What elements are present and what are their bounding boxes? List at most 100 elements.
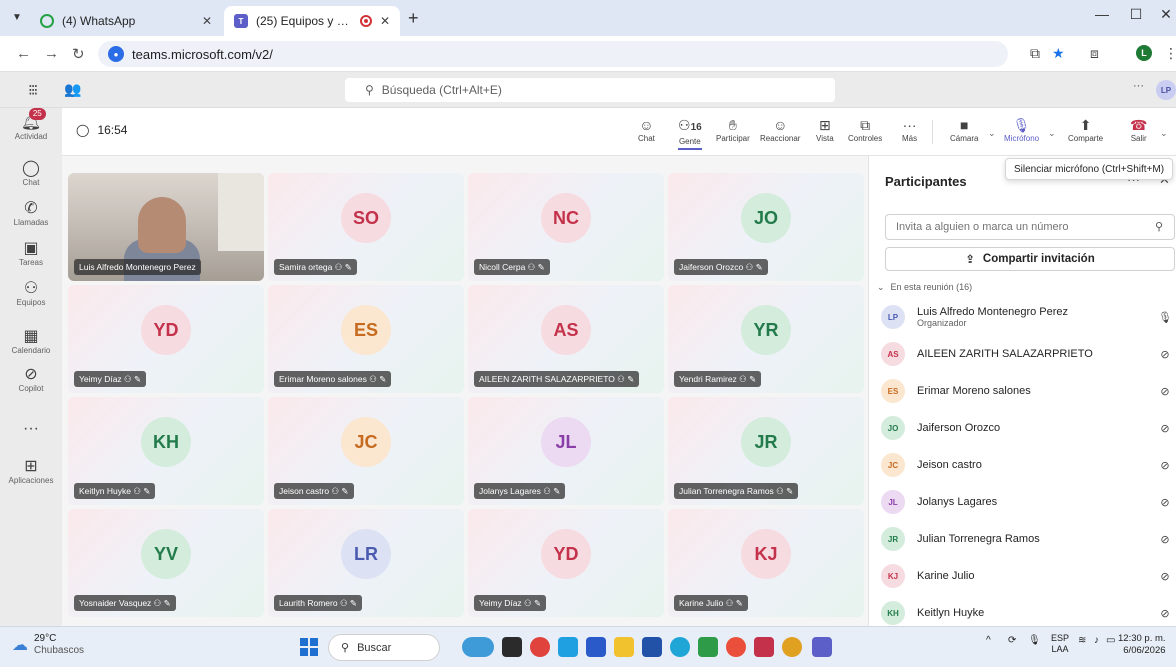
rail-item-apps[interactable]: ⊞ Aplicaciones bbox=[0, 458, 62, 485]
microphone-button[interactable]: 🎙︎ Micrófono bbox=[1004, 116, 1039, 143]
browser-menu-icon[interactable]: ⋮ bbox=[1164, 45, 1176, 62]
video-tile[interactable]: JL Jolanys Lagares ⚇ ✎ bbox=[468, 397, 664, 505]
back-icon[interactable]: ← bbox=[16, 45, 31, 62]
participant-row[interactable]: AS AILEEN ZARITH SALAZARPRIETO ⊘ bbox=[881, 339, 1173, 369]
extensions-icon[interactable]: ⧈ bbox=[1090, 45, 1099, 62]
tab-search-dropdown-icon[interactable]: ▼ bbox=[8, 8, 26, 26]
outlook-icon[interactable] bbox=[642, 637, 662, 657]
browser-tab-whatsapp[interactable]: (4) WhatsApp ✕ bbox=[30, 6, 222, 36]
video-tile[interactable]: AS AILEEN ZARITH SALAZARPRIETO ⚇ ✎ bbox=[468, 285, 664, 393]
camera-button[interactable]: ■ Cámara bbox=[950, 116, 978, 143]
close-window-icon[interactable]: ✕ bbox=[1148, 6, 1176, 23]
copilot-app-icon[interactable] bbox=[558, 637, 578, 657]
video-tile[interactable]: SO Samira ortega ⚇ ✎ bbox=[268, 173, 464, 281]
tray-expand-icon[interactable]: ^ bbox=[986, 635, 991, 646]
share-button[interactable]: ⬆ Comparte bbox=[1068, 116, 1103, 143]
mic-off-icon[interactable]: ⊘ bbox=[1157, 496, 1173, 509]
mic-off-icon[interactable]: ⊘ bbox=[1157, 385, 1173, 398]
participant-row[interactable]: ES Erimar Moreno salones ⊘ bbox=[881, 376, 1173, 406]
windows-start-icon[interactable] bbox=[300, 638, 318, 656]
widgets-app-icon[interactable] bbox=[462, 637, 494, 657]
mic-off-icon[interactable]: ⊘ bbox=[1157, 422, 1173, 435]
video-tile[interactable]: YV Yosnaider Vasquez ⚇ ✎ bbox=[68, 509, 264, 617]
weather-widget[interactable]: ☁ 29°C Chubascos bbox=[12, 633, 84, 657]
wifi-icon[interactable]: ≋ bbox=[1078, 635, 1086, 646]
view-button[interactable]: ⊞ Vista bbox=[816, 116, 834, 143]
rail-item-teams[interactable]: ⚇ Equipos bbox=[0, 280, 62, 307]
video-tile[interactable]: JC Jeison castro ⚇ ✎ bbox=[268, 397, 464, 505]
browser-tab-teams[interactable]: T (25) Equipos y canales | Reu ✕ bbox=[224, 6, 400, 36]
video-tile[interactable]: JO Jaiferson Orozco ⚇ ✎ bbox=[668, 173, 864, 281]
mic-on-icon[interactable]: 🎙︎ bbox=[1157, 311, 1173, 324]
share-invite-button[interactable]: ⇪ Compartir invitación bbox=[885, 247, 1175, 271]
profile-avatar[interactable]: L bbox=[1136, 45, 1152, 61]
video-tile[interactable]: YD Yeimy Díaz ⚇ ✎ bbox=[68, 285, 264, 393]
chrome-icon[interactable] bbox=[782, 637, 802, 657]
rail-item-activity[interactable]: 🔔︎ 25 Actividad bbox=[0, 108, 62, 141]
more-button[interactable]: ··· Más bbox=[902, 116, 917, 143]
video-tile-camera[interactable]: Luis Alfredo Montenegro Perez bbox=[68, 173, 264, 281]
reload-icon[interactable]: ↻ bbox=[72, 45, 85, 63]
invite-input[interactable] bbox=[885, 214, 1175, 240]
mic-options-chevron-icon[interactable]: ⌄ bbox=[1048, 128, 1056, 139]
video-tile[interactable]: LR Laurith Romero ⚇ ✎ bbox=[268, 509, 464, 617]
rail-item-tasks[interactable]: ▣ Tareas bbox=[0, 240, 62, 267]
rail-more-apps[interactable]: ··· bbox=[0, 420, 62, 438]
more-options-icon[interactable]: ··· bbox=[1133, 80, 1144, 92]
system-clock[interactable]: 12:30 p. m. 6/06/2026 bbox=[1118, 633, 1166, 657]
volume-icon[interactable]: ♪ bbox=[1094, 635, 1099, 646]
tab-close-icon[interactable]: ✕ bbox=[380, 14, 390, 28]
mic-off-icon[interactable]: ⊘ bbox=[1157, 570, 1173, 583]
rail-item-calls[interactable]: ✆ Llamadas bbox=[0, 200, 62, 227]
cast-icon[interactable]: ⧉ bbox=[1030, 45, 1040, 62]
mic-off-icon[interactable]: ⊘ bbox=[1157, 607, 1173, 620]
participant-row[interactable]: JC Jeison castro ⊘ bbox=[881, 450, 1173, 480]
rail-item-calendar[interactable]: ▦ Calendario bbox=[0, 328, 62, 355]
video-tile[interactable]: YD Yeimy Díaz ⚇ ✎ bbox=[468, 509, 664, 617]
video-tile[interactable]: ES Erimar Moreno salones ⚇ ✎ bbox=[268, 285, 464, 393]
mic-off-icon[interactable]: ⊘ bbox=[1157, 459, 1173, 472]
people-button[interactable]: ⚇16 Gente bbox=[678, 116, 702, 150]
rail-item-copilot[interactable]: ⊘ Copilot bbox=[0, 366, 62, 393]
in-meeting-section-header[interactable]: ⌄ En esta reunión (16) bbox=[877, 282, 972, 293]
controls-button[interactable]: ⧉ Controles bbox=[848, 116, 882, 143]
camera-options-chevron-icon[interactable]: ⌄ bbox=[988, 128, 996, 139]
rail-item-chat[interactable]: ◯ Chat bbox=[0, 160, 62, 187]
participant-row[interactable]: KJ Karine Julio ⊘ bbox=[881, 561, 1173, 591]
new-tab-icon[interactable]: + bbox=[408, 8, 419, 29]
user-avatar[interactable]: LP bbox=[1156, 80, 1176, 100]
chat-button[interactable]: ☺︎ Chat bbox=[638, 116, 655, 143]
edge-browser-icon[interactable] bbox=[670, 637, 690, 657]
firefox-icon[interactable] bbox=[726, 637, 746, 657]
taskbar-search[interactable]: ⚲ Buscar bbox=[328, 634, 440, 661]
mic-off-icon[interactable]: ⊘ bbox=[1157, 533, 1173, 546]
url-field[interactable]: ● teams.microsoft.com/v2/ bbox=[98, 41, 1008, 67]
task-view-icon[interactable] bbox=[502, 637, 522, 657]
tray-app-icon[interactable]: ⟳ bbox=[1008, 635, 1016, 646]
participant-row[interactable]: LP Luis Alfredo Montenegro Perez Organizad… bbox=[881, 302, 1173, 332]
raise-hand-button[interactable]: ✋︎ Participar bbox=[716, 116, 750, 143]
leave-options-chevron-icon[interactable]: ⌄ bbox=[1160, 128, 1168, 139]
participant-row[interactable]: JL Jolanys Lagares ⊘ bbox=[881, 487, 1173, 517]
file-explorer-icon[interactable] bbox=[614, 637, 634, 657]
video-tile[interactable]: NC Nicoll Cerpa ⚇ ✎ bbox=[468, 173, 664, 281]
video-tile[interactable]: KJ Karine Julio ⚇ ✎ bbox=[668, 509, 864, 617]
store-app-icon[interactable] bbox=[586, 637, 606, 657]
video-tile[interactable]: KH Keitlyn Huyke ⚇ ✎ bbox=[68, 397, 264, 505]
video-tile[interactable]: YR Yendri Ramirez ⚇ ✎ bbox=[668, 285, 864, 393]
teams-app-icon[interactable] bbox=[812, 637, 832, 657]
leave-button[interactable]: ☎ Salir bbox=[1130, 116, 1147, 143]
site-info-icon[interactable]: ● bbox=[108, 46, 124, 62]
battery-icon[interactable]: ▭ bbox=[1106, 635, 1115, 646]
bookmark-star-icon[interactable]: ★ bbox=[1052, 45, 1065, 62]
react-button[interactable]: ☺ Reaccionar bbox=[760, 116, 800, 143]
mic-off-icon[interactable]: ⊘ bbox=[1157, 348, 1173, 361]
video-tile[interactable]: JR Julian Torrenegra Ramos ⚇ ✎ bbox=[668, 397, 864, 505]
app-icon[interactable] bbox=[698, 637, 718, 657]
participant-row[interactable]: KH Keitlyn Huyke ⊘ bbox=[881, 598, 1173, 628]
teams-search-input[interactable]: ⚲ Búsqueda (Ctrl+Alt+E) bbox=[345, 78, 835, 102]
language-indicator[interactable]: ESP LAA bbox=[1048, 633, 1072, 655]
participant-row[interactable]: JO Jaiferson Orozco ⊘ bbox=[881, 413, 1173, 443]
participant-row[interactable]: JR Julian Torrenegra Ramos ⊘ bbox=[881, 524, 1173, 554]
app-icon[interactable] bbox=[754, 637, 774, 657]
